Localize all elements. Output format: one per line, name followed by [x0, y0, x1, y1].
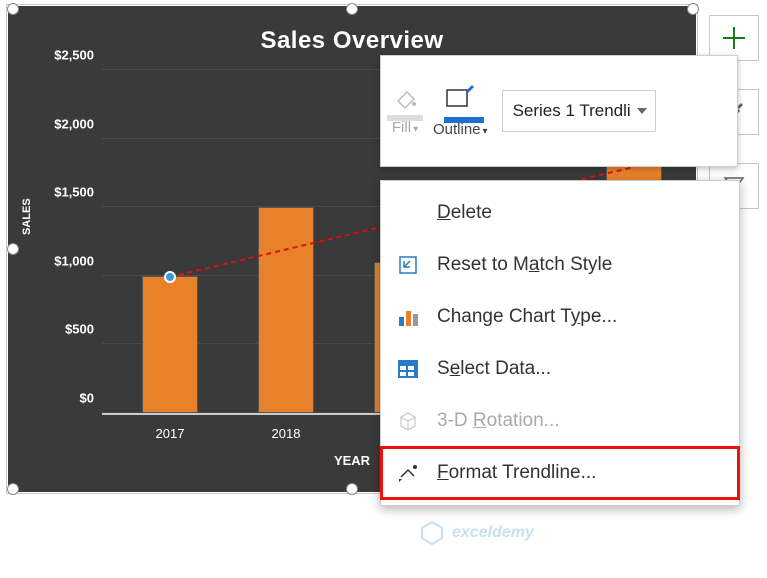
- blank-icon: [395, 200, 421, 226]
- cube-icon: [395, 408, 421, 434]
- x-tick: 2018: [251, 426, 321, 441]
- format-icon: [395, 460, 421, 486]
- selection-handle[interactable]: [346, 483, 358, 495]
- context-menu: Delete Reset to Match Style Change Chart…: [380, 180, 740, 506]
- chart-element-dropdown[interactable]: Series 1 Trendli: [502, 90, 656, 132]
- selection-handle[interactable]: [7, 483, 19, 495]
- y-axis-label[interactable]: SALES: [21, 198, 33, 235]
- outline-button[interactable]: Outline▾: [433, 85, 488, 138]
- y-tick: $2,000: [44, 116, 94, 131]
- menu-select-data[interactable]: Select Data...: [381, 343, 739, 395]
- y-tick: $1,000: [44, 253, 94, 268]
- y-tick: $500: [44, 322, 94, 337]
- menu-3d-rotation: 3-D Rotation...: [381, 395, 739, 447]
- selection-handle[interactable]: [687, 3, 699, 15]
- outline-pen-icon: [444, 85, 476, 117]
- y-tick: $1,500: [44, 185, 94, 200]
- watermark: exceldemy: [418, 508, 718, 558]
- fill-label: Fill: [392, 119, 411, 136]
- reset-icon: [395, 252, 421, 278]
- outline-label: Outline: [433, 121, 481, 138]
- logo-icon: [418, 519, 446, 547]
- menu-change-chart-type[interactable]: Change Chart Type...: [381, 291, 739, 343]
- mini-toolbar: Fill▾ Outline▾ Series 1 Trendli: [380, 55, 738, 167]
- selection-handle[interactable]: [7, 243, 19, 255]
- select-data-icon: [395, 356, 421, 382]
- menu-reset-to-match-style[interactable]: Reset to Match Style: [381, 239, 739, 291]
- y-tick: $2,500: [44, 48, 94, 63]
- plus-icon: [720, 24, 748, 52]
- selection-handle[interactable]: [346, 3, 358, 15]
- x-tick: 2017: [135, 426, 205, 441]
- chart-element-dropdown-label: Series 1 Trendli: [513, 101, 631, 120]
- menu-format-trendline[interactable]: Format Trendline...: [381, 447, 739, 499]
- fill-bucket-icon: [391, 87, 419, 115]
- y-tick: $0: [44, 391, 94, 406]
- menu-delete[interactable]: Delete: [381, 187, 739, 239]
- chart-type-icon: [395, 304, 421, 330]
- fill-button: Fill▾: [391, 87, 419, 136]
- chart-title[interactable]: Sales Overview: [7, 27, 697, 55]
- selection-handle[interactable]: [7, 3, 19, 15]
